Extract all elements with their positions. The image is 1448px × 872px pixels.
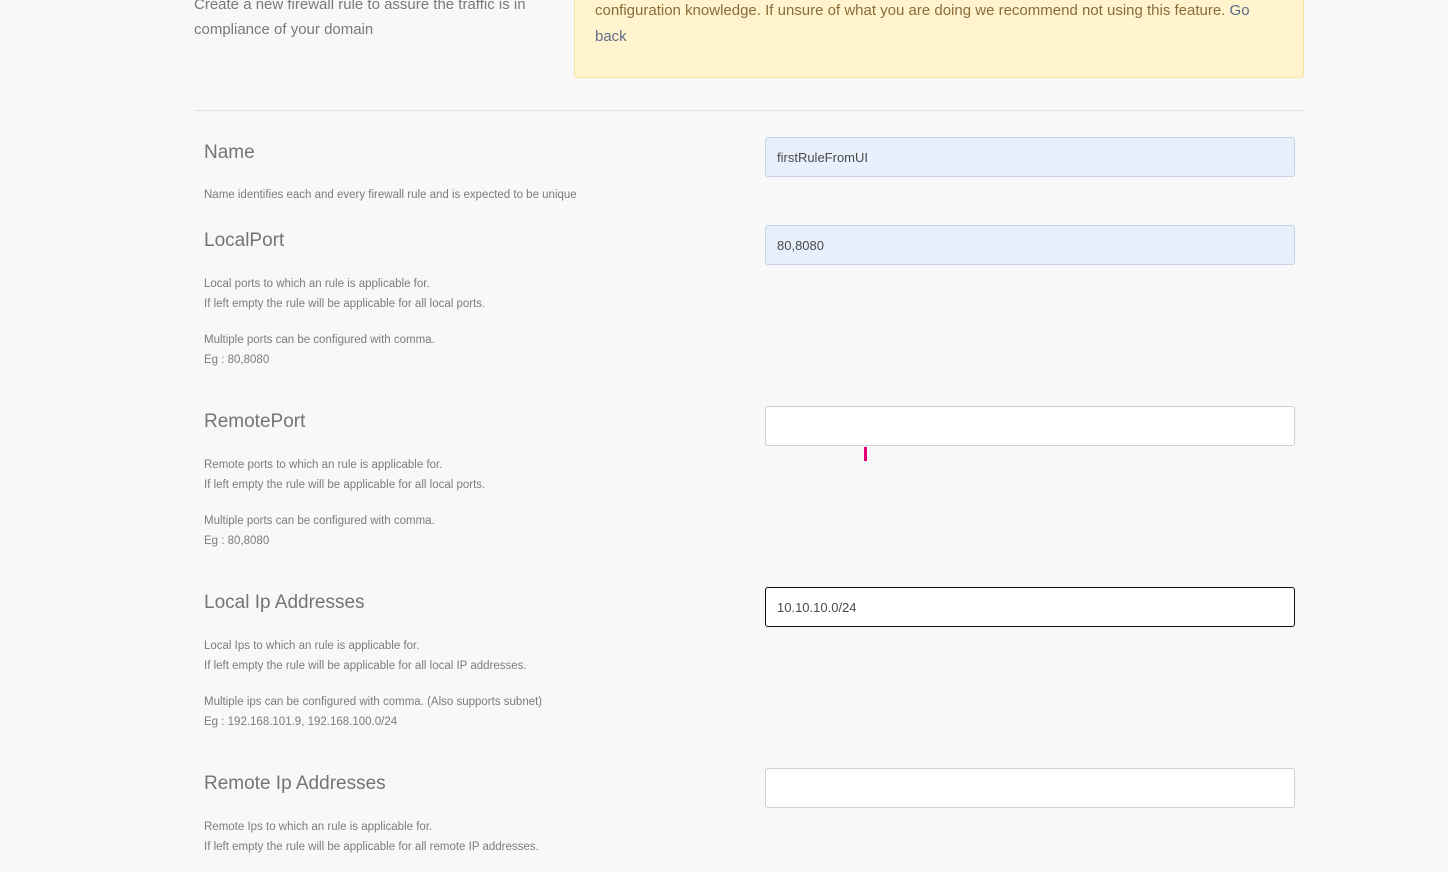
local-ip-description: Local Ips to which an rule is applicable…	[204, 636, 542, 732]
local-port-title: LocalPort	[204, 230, 285, 251]
remote-ip-description: Remote Ips to which an rule is applicabl…	[204, 817, 539, 857]
remote-port-example: Eg : 80,8080	[204, 535, 270, 547]
local-port-desc-line: Local ports to which an rule is applicab…	[204, 278, 430, 290]
name-input[interactable]	[765, 137, 1295, 177]
remote-port-desc-line: Multiple ports can be configured with co…	[204, 515, 435, 527]
local-ip-example: Eg : 192.168.101.9, 192.168.100.0/24	[204, 716, 398, 728]
local-port-desc-line: If left empty the rule will be applicabl…	[204, 298, 486, 310]
remote-port-title: RemotePort	[204, 411, 306, 432]
warning-text: configuration knowledge. If unsure of wh…	[595, 2, 1226, 19]
mouse-cursor-marker	[864, 447, 867, 461]
name-desc-line: Name identifies each and every firewall …	[204, 189, 577, 201]
local-ip-title: Local Ip Addresses	[204, 592, 365, 613]
local-port-example: Eg : 80,8080	[204, 354, 270, 366]
remote-ip-input[interactable]	[765, 768, 1295, 808]
remote-port-input[interactable]	[765, 406, 1295, 446]
remote-ip-title: Remote Ip Addresses	[204, 773, 386, 794]
remote-port-desc-line: Remote ports to which an rule is applica…	[204, 459, 443, 471]
name-title: Name	[204, 142, 255, 163]
local-port-description: Local ports to which an rule is applicab…	[204, 274, 485, 370]
remote-ip-desc-line: Remote Ips to which an rule is applicabl…	[204, 821, 433, 833]
warning-alert: configuration knowledge. If unsure of wh…	[574, 0, 1304, 78]
name-description: Name identifies each and every firewall …	[204, 185, 577, 205]
local-ip-input[interactable]	[765, 587, 1295, 627]
local-port-desc-line: Multiple ports can be configured with co…	[204, 334, 435, 346]
section-divider	[194, 110, 1305, 111]
remote-port-description: Remote ports to which an rule is applica…	[204, 455, 485, 551]
intro-text: Create a new firewall rule to assure the…	[194, 0, 526, 38]
local-ip-desc-line: Local Ips to which an rule is applicable…	[204, 640, 420, 652]
remote-ip-desc-line: If left empty the rule will be applicabl…	[204, 841, 539, 853]
local-port-input[interactable]	[765, 225, 1295, 265]
remote-port-desc-line: If left empty the rule will be applicabl…	[204, 479, 486, 491]
local-ip-desc-line: Multiple ips can be configured with comm…	[204, 696, 543, 708]
local-ip-desc-line: If left empty the rule will be applicabl…	[204, 660, 527, 672]
